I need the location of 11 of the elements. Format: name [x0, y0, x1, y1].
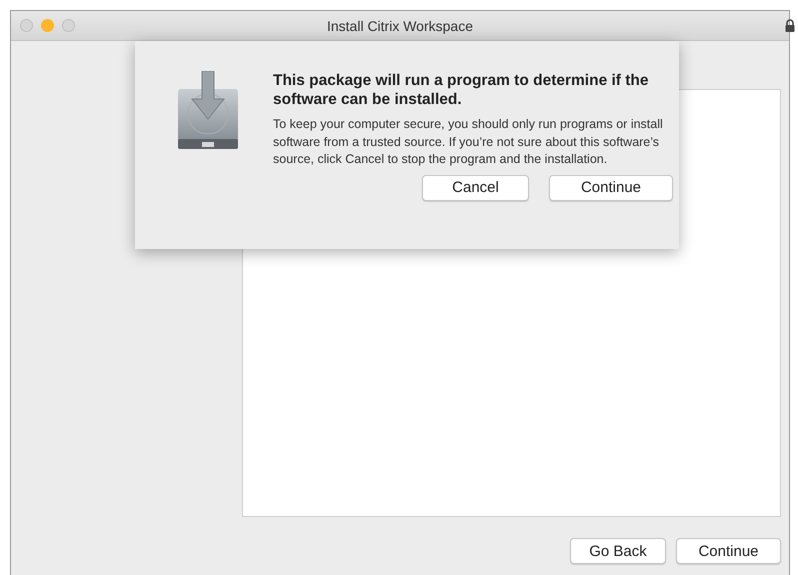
alert-heading: This package will run a program to determine if the software can be installed. — [273, 71, 650, 109]
alert-message: To keep your computer secure, you should only run programs or install software from a trusted source. If you’re not sure about this software’s source, click Cancel to stop the program and the installation. — [273, 116, 663, 168]
minimize-icon[interactable] — [41, 19, 54, 32]
footer-button[interactable]: Go Back — [570, 538, 666, 564]
zoom-icon[interactable] — [62, 19, 75, 32]
close-icon[interactable] — [20, 19, 33, 32]
window-title: Install Citrix Workspace — [326, 18, 473, 34]
footer-button[interactable]: Continue — [676, 538, 781, 564]
alert-button[interactable]: Continue — [549, 174, 673, 200]
alert-button[interactable]: Cancel — [422, 174, 529, 200]
lock-icon — [785, 19, 795, 32]
